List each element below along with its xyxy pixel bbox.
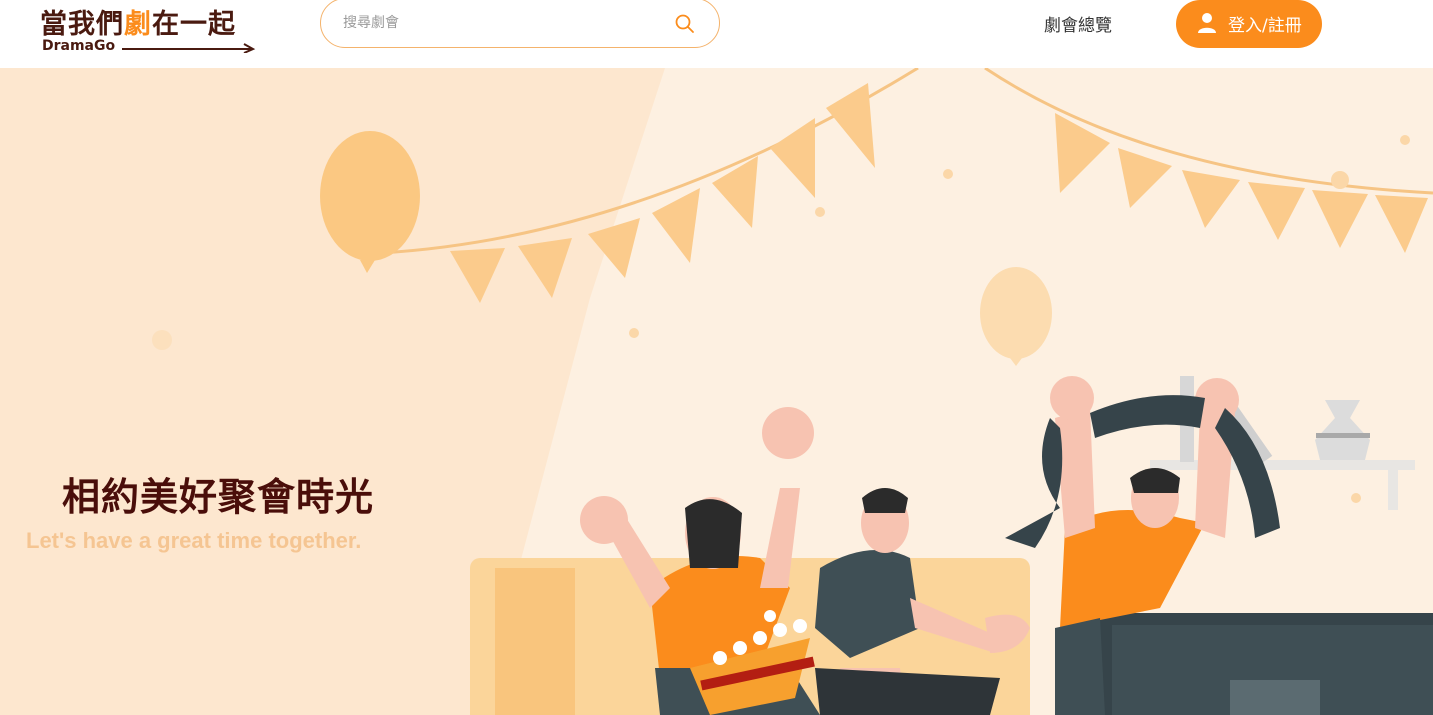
brand-title: 當我們劇在一起 bbox=[40, 9, 236, 40]
hero-banner: 相約美好聚會時光 Let's have a great time togethe… bbox=[0, 68, 1433, 715]
user-icon bbox=[1198, 13, 1216, 33]
hero-illustration bbox=[0, 68, 1433, 715]
login-register-label: 登入/註冊 bbox=[1228, 16, 1302, 36]
search-box bbox=[320, 0, 720, 48]
search-input[interactable] bbox=[343, 10, 663, 36]
nav-drama-browse[interactable]: 劇會總覽 bbox=[1044, 11, 1112, 36]
brand-logo[interactable]: 當我們劇在一起 DramaGo bbox=[40, 2, 260, 58]
search-icon[interactable] bbox=[673, 12, 697, 36]
hero-subtitle: Let's have a great time together. bbox=[26, 528, 362, 553]
login-register-button[interactable]: 登入/註冊 bbox=[1176, 0, 1322, 48]
site-header: 當我們劇在一起 DramaGo 劇會總覽 登入/註冊 bbox=[0, 0, 1433, 68]
brand-subtitle: DramaGo bbox=[42, 38, 116, 54]
hero-title: 相約美好聚會時光 bbox=[62, 475, 375, 519]
logo-arrow-icon bbox=[122, 43, 256, 53]
